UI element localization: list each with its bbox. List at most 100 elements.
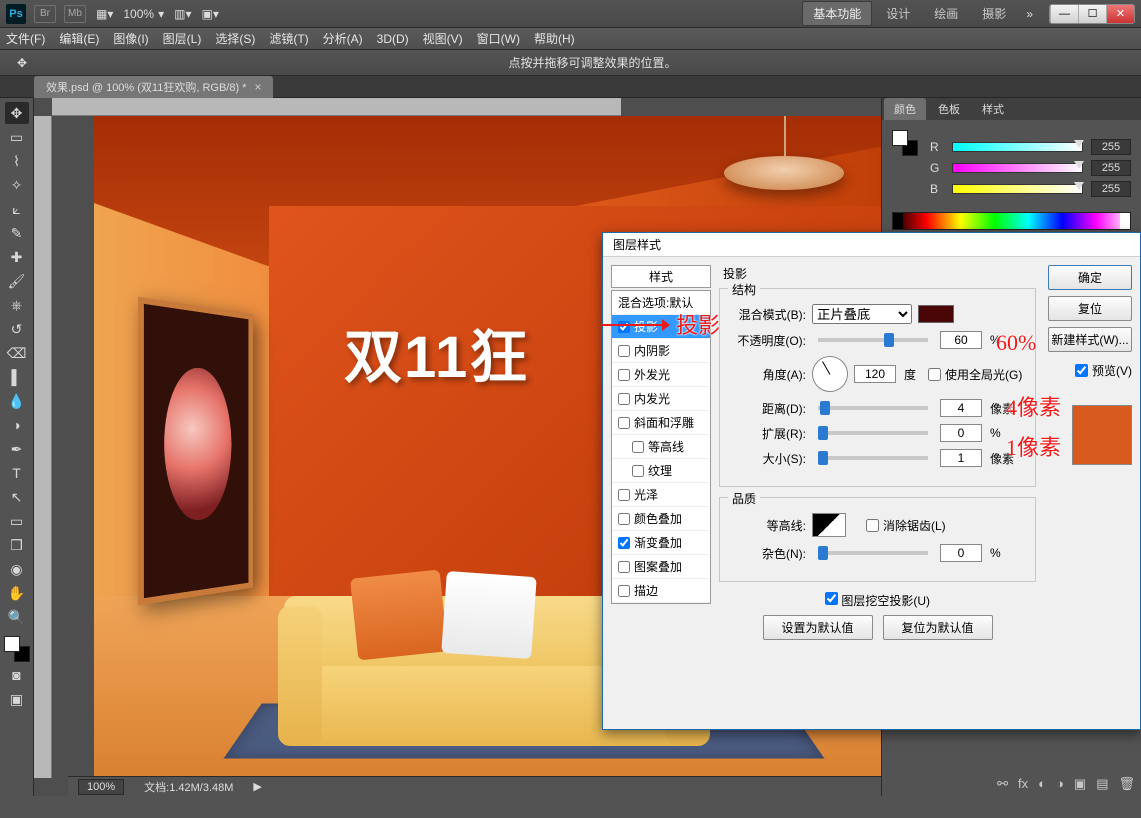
- cancel-button[interactable]: 复位: [1048, 296, 1132, 321]
- zoom-tool[interactable]: 🔍: [5, 606, 29, 628]
- br-icon[interactable]: Br: [34, 5, 56, 23]
- maximize-button[interactable]: ☐: [1078, 5, 1106, 23]
- menu-image[interactable]: 图像(I): [113, 30, 148, 47]
- style-item-9[interactable]: 颜色叠加: [612, 507, 710, 531]
- style-item-10[interactable]: 渐变叠加: [612, 531, 710, 555]
- ruler-horizontal[interactable]: [52, 98, 621, 116]
- g-value[interactable]: 255: [1091, 160, 1131, 176]
- antialias-checkbox[interactable]: 消除锯齿(L): [866, 517, 946, 534]
- style-item-2[interactable]: 内阴影: [612, 339, 710, 363]
- extras-dropdown[interactable]: ▣▾: [201, 7, 218, 21]
- tab-swatches[interactable]: 色板: [928, 98, 970, 120]
- history-brush-tool[interactable]: ↺: [5, 318, 29, 340]
- menu-edit[interactable]: 编辑(E): [59, 30, 99, 47]
- distance-slider[interactable]: [818, 406, 928, 410]
- menu-filter[interactable]: 滤镜(T): [269, 30, 308, 47]
- dodge-tool[interactable]: ◑: [5, 414, 29, 436]
- move-tool[interactable]: ✥: [5, 102, 29, 124]
- style-item-6[interactable]: 等高线: [612, 435, 710, 459]
- link-icon[interactable]: ⚯: [997, 776, 1008, 792]
- menu-file[interactable]: 文件(F): [6, 30, 45, 47]
- blur-tool[interactable]: 💧: [5, 390, 29, 412]
- ruler-vertical[interactable]: [34, 116, 52, 778]
- fill-adj-icon[interactable]: ◑: [1056, 776, 1064, 792]
- shadow-color-swatch[interactable]: [918, 305, 954, 323]
- menu-layer[interactable]: 图层(L): [163, 30, 202, 47]
- mask-icon[interactable]: ◐: [1038, 776, 1046, 792]
- shape-tool[interactable]: ▭: [5, 510, 29, 532]
- g-slider[interactable]: [952, 163, 1083, 173]
- menu-view[interactable]: 视图(V): [423, 30, 463, 47]
- size-value[interactable]: 1: [940, 449, 982, 467]
- close-button[interactable]: ✕: [1106, 5, 1134, 23]
- status-arrow-icon[interactable]: ▶: [253, 780, 261, 793]
- dialog-title[interactable]: 图层样式: [603, 233, 1140, 257]
- fx-icon[interactable]: fx: [1018, 776, 1028, 792]
- size-slider[interactable]: [818, 456, 928, 460]
- b-slider[interactable]: [952, 184, 1083, 194]
- preview-checkbox[interactable]: 预览(V): [1048, 362, 1132, 379]
- menu-help[interactable]: 帮助(H): [534, 30, 575, 47]
- eraser-tool[interactable]: ⌫: [5, 342, 29, 364]
- arrange-dropdown[interactable]: ▥▾: [174, 7, 191, 21]
- knockout-checkbox[interactable]: 图层挖空投影(U): [825, 594, 930, 608]
- crop-tool[interactable]: ⟀: [5, 198, 29, 220]
- workspace-design-button[interactable]: 设计: [876, 2, 920, 25]
- new-layer-icon[interactable]: ▤: [1096, 776, 1108, 792]
- menu-select[interactable]: 选择(S): [215, 30, 255, 47]
- tab-color[interactable]: 颜色: [884, 98, 926, 120]
- path-select-tool[interactable]: ↖: [5, 486, 29, 508]
- style-list-header[interactable]: 样式: [611, 265, 711, 288]
- group-icon[interactable]: ▣: [1074, 776, 1086, 792]
- workspace-more-dropdown[interactable]: »: [1026, 7, 1033, 21]
- restore-default-button[interactable]: 复位为默认值: [883, 615, 993, 640]
- style-item-5[interactable]: 斜面和浮雕: [612, 411, 710, 435]
- workspace-paint-button[interactable]: 绘画: [924, 2, 968, 25]
- type-tool[interactable]: T: [5, 462, 29, 484]
- stamp-tool[interactable]: ⎈: [5, 294, 29, 316]
- opacity-value[interactable]: 60: [940, 331, 982, 349]
- pen-tool[interactable]: ✒: [5, 438, 29, 460]
- eyedropper-tool[interactable]: ✎: [5, 222, 29, 244]
- angle-value[interactable]: 120: [854, 365, 896, 383]
- spread-slider[interactable]: [818, 431, 928, 435]
- hand-tool[interactable]: ✋: [5, 582, 29, 604]
- screen-mode-dropdown[interactable]: ▦▾: [96, 7, 113, 21]
- gradient-tool[interactable]: ▌: [5, 366, 29, 388]
- trash-icon[interactable]: 🗑: [1118, 776, 1135, 792]
- angle-dial[interactable]: [812, 356, 848, 392]
- marquee-tool[interactable]: ▭: [5, 126, 29, 148]
- menu-analyze[interactable]: 分析(A): [323, 30, 363, 47]
- r-slider[interactable]: [952, 142, 1083, 152]
- mb-icon[interactable]: Mb: [64, 5, 86, 23]
- distance-value[interactable]: 4: [940, 399, 982, 417]
- style-item-3[interactable]: 外发光: [612, 363, 710, 387]
- spectrum-bar[interactable]: [892, 212, 1131, 230]
- style-item-12[interactable]: 描边: [612, 579, 710, 603]
- new-style-button[interactable]: 新建样式(W)...: [1048, 327, 1132, 352]
- wand-tool[interactable]: ✧: [5, 174, 29, 196]
- noise-slider[interactable]: [818, 551, 928, 555]
- brush-tool[interactable]: 🖌: [5, 270, 29, 292]
- lasso-tool[interactable]: ⌇: [5, 150, 29, 172]
- panel-fgbg-swatch[interactable]: [892, 130, 918, 156]
- screenmode-tool[interactable]: ▣: [5, 688, 29, 710]
- set-default-button[interactable]: 设置为默认值: [763, 615, 873, 640]
- move-tool-icon[interactable]: ✥: [8, 53, 36, 73]
- 3d-tool[interactable]: ❒: [5, 534, 29, 556]
- b-value[interactable]: 255: [1091, 181, 1131, 197]
- heal-tool[interactable]: ✚: [5, 246, 29, 268]
- style-item-7[interactable]: 纹理: [612, 459, 710, 483]
- color-swatch[interactable]: [4, 636, 30, 662]
- style-item-8[interactable]: 光泽: [612, 483, 710, 507]
- workspace-basic-button[interactable]: 基本功能: [802, 1, 872, 26]
- global-light-checkbox[interactable]: 使用全局光(G): [928, 366, 1022, 383]
- spread-value[interactable]: 0: [940, 424, 982, 442]
- document-tab[interactable]: 效果.psd @ 100% (双11狂欢购, RGB/8) * ×: [34, 76, 273, 98]
- workspace-photo-button[interactable]: 摄影: [972, 2, 1016, 25]
- noise-value[interactable]: 0: [940, 544, 982, 562]
- style-item-4[interactable]: 内发光: [612, 387, 710, 411]
- minimize-button[interactable]: ―: [1050, 5, 1078, 23]
- r-value[interactable]: 255: [1091, 139, 1131, 155]
- contour-picker[interactable]: [812, 513, 846, 537]
